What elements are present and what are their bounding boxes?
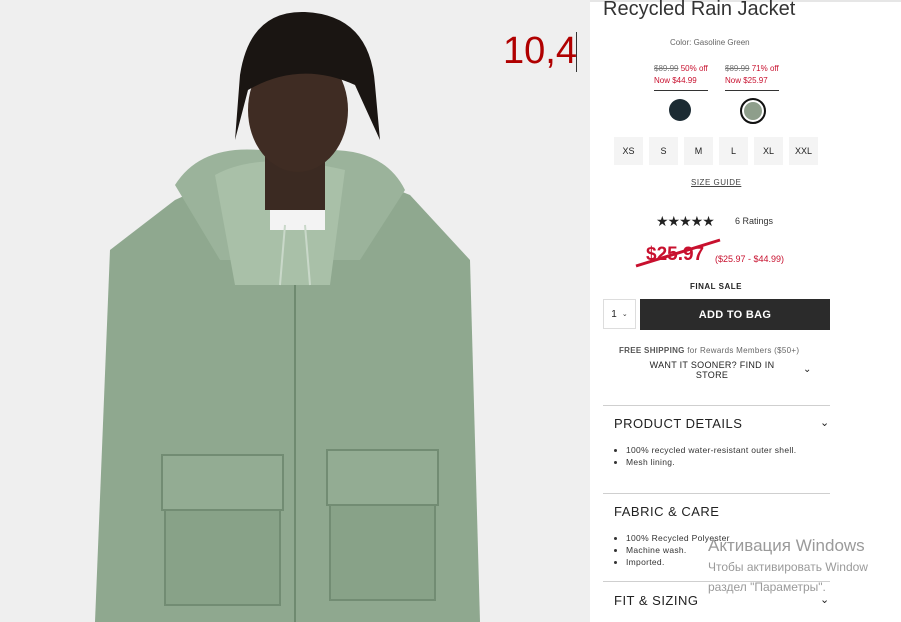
windows-activation-title: Активация Windows xyxy=(708,536,865,555)
color-swatch-gasoline-green[interactable] xyxy=(740,98,766,124)
now-price: Now $44.99 xyxy=(654,76,697,85)
product-image xyxy=(0,0,590,622)
add-to-bag-button[interactable]: ADD TO BAG xyxy=(640,299,830,330)
product-details-header[interactable]: PRODUCT DETAILS xyxy=(614,416,742,431)
text-caret xyxy=(576,32,577,72)
size-selector: XS S M L XL XXL xyxy=(614,137,824,165)
discount: 71% off xyxy=(751,64,779,73)
chevron-down-icon[interactable]: ⌄ xyxy=(820,416,829,429)
list-item: Mesh lining. xyxy=(626,456,816,468)
quantity-select[interactable]: 1 ⌄ xyxy=(603,299,636,329)
size-s[interactable]: S xyxy=(649,137,678,165)
windows-activation-text: раздел "Параметры". xyxy=(708,580,826,594)
price-range: ($25.97 - $44.99) xyxy=(715,254,785,264)
shipping-info: FREE SHIPPING for Rewards Members ($50+) xyxy=(619,346,799,355)
list-item: 100% recycled water-resistant outer shel… xyxy=(626,444,816,456)
old-price: $89.99 xyxy=(654,64,679,73)
size-xl[interactable]: XL xyxy=(754,137,783,165)
size-xxl[interactable]: XXL xyxy=(789,137,818,165)
product-title: Recycled Rain Jacket xyxy=(603,0,796,20)
divider xyxy=(603,493,830,494)
size-guide-link[interactable]: SIZE GUIDE xyxy=(691,178,741,187)
shipping-bold: FREE SHIPPING xyxy=(619,346,685,355)
model-illustration xyxy=(0,0,590,622)
color-swatch-navy[interactable] xyxy=(669,99,691,121)
chevron-down-icon: ⌄ xyxy=(621,311,628,318)
find-in-store[interactable]: WANT IT SOONER? FIND IN STORE xyxy=(637,360,787,380)
price-strike-mark xyxy=(635,238,721,268)
price-option-2[interactable]: $89.99 71% off Now $25.97 xyxy=(725,63,779,91)
size-xs[interactable]: XS xyxy=(614,137,643,165)
fabric-care-header[interactable]: FABRIC & CARE xyxy=(614,504,719,519)
windows-activation-text: Чтобы активировать Window xyxy=(708,560,868,574)
now-price: Now $25.97 xyxy=(725,76,768,85)
rating-stars-icon[interactable]: ★★★★★ xyxy=(656,213,715,230)
product-details-list: 100% recycled water-resistant outer shel… xyxy=(616,444,816,468)
quantity-value: 1 xyxy=(611,308,617,320)
size-m[interactable]: M xyxy=(684,137,713,165)
size-l[interactable]: L xyxy=(719,137,748,165)
price-option-1[interactable]: $89.99 50% off Now $44.99 xyxy=(654,63,708,91)
divider xyxy=(603,405,830,406)
final-sale-label: FINAL SALE xyxy=(690,282,742,291)
shipping-rest: for Rewards Members ($50+) xyxy=(684,346,800,355)
typed-annotation: 10,4 xyxy=(503,30,577,72)
chevron-down-icon[interactable]: ⌄ xyxy=(820,593,829,606)
ratings-count[interactable]: 6 Ratings xyxy=(735,216,773,226)
old-price: $89.99 xyxy=(725,64,750,73)
chevron-down-icon[interactable]: ⌄ xyxy=(803,364,811,375)
discount: 50% off xyxy=(680,64,708,73)
fit-sizing-header[interactable]: FIT & SIZING xyxy=(614,593,699,608)
color-label: Color: Gasoline Green xyxy=(670,38,750,47)
